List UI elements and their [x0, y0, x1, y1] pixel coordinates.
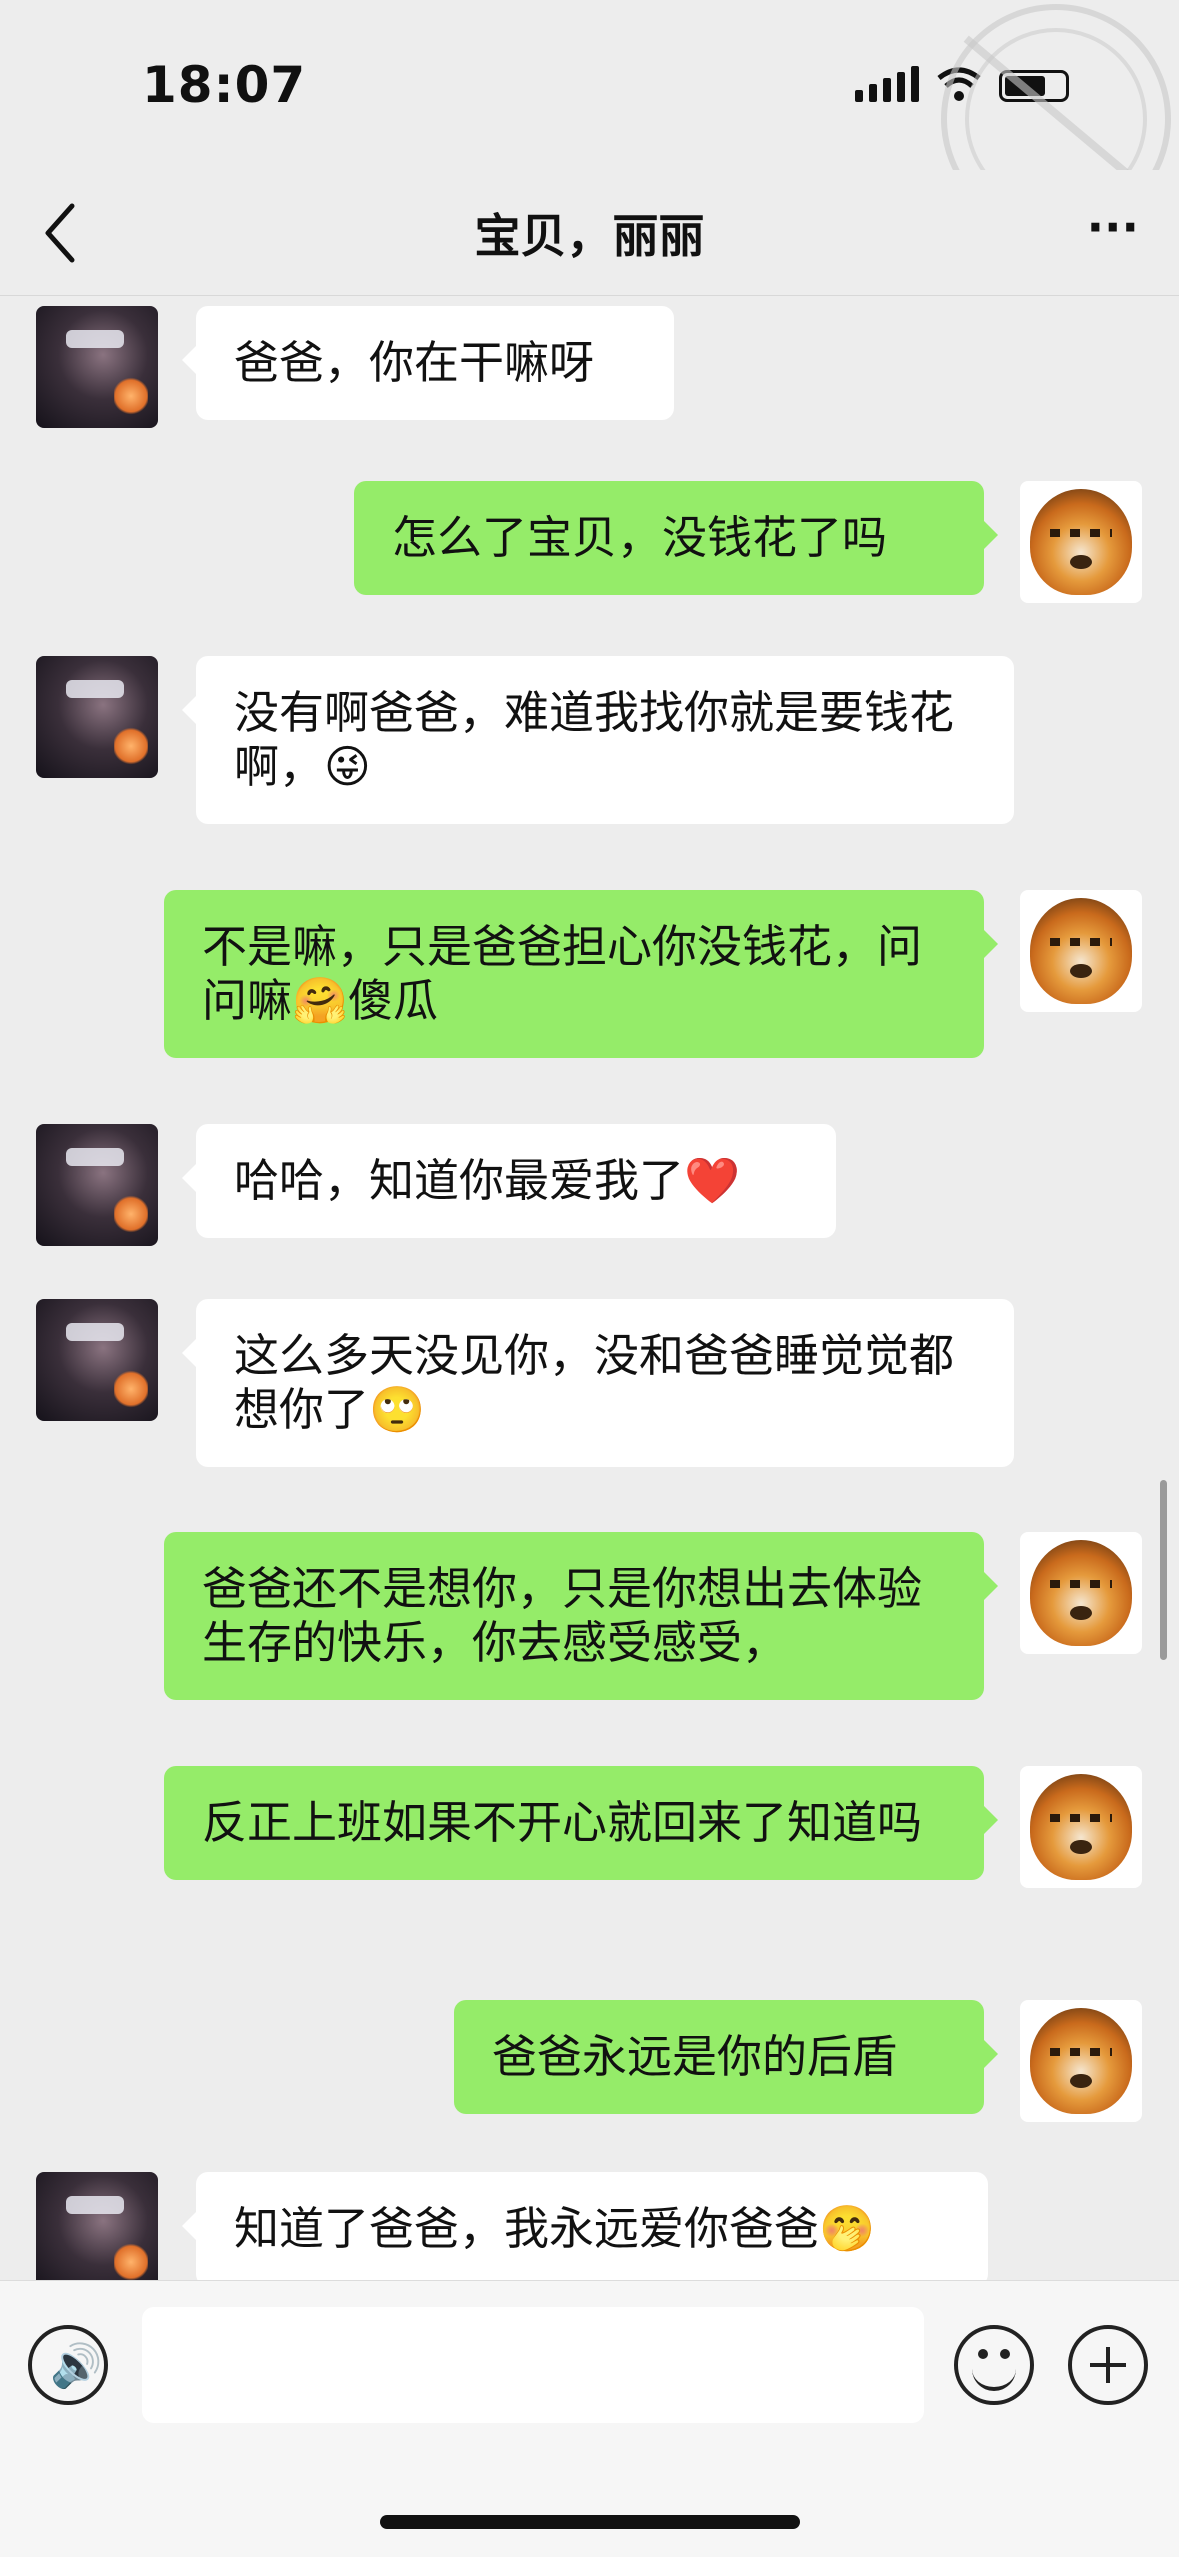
incoming-message-bubble[interactable]: 没有啊爸爸，难道我找你就是要钱花啊，😜 [182, 656, 1014, 824]
contact-avatar[interactable] [36, 2172, 158, 2280]
outgoing-message-bubble[interactable]: 爸爸永远是你的后盾 [454, 2000, 998, 2114]
outgoing-message-bubble[interactable]: 怎么了宝贝，没钱花了吗 [354, 481, 998, 595]
incoming-message-bubble[interactable]: 爸爸，你在干嘛呀 [182, 306, 674, 420]
input-bar: 🔊 [0, 2280, 1179, 2557]
self-avatar[interactable] [1020, 2000, 1142, 2122]
nav-bar: 宝贝，丽丽 ··· [0, 170, 1179, 296]
outgoing-message-bubble[interactable]: 反正上班如果不开心就回来了知道吗 [164, 1766, 998, 1880]
tiger-icon [1030, 2008, 1132, 2114]
self-avatar[interactable] [1020, 890, 1142, 1012]
status-time: 18:07 [142, 56, 307, 114]
self-avatar[interactable] [1020, 1532, 1142, 1654]
contact-avatar[interactable] [36, 1124, 158, 1246]
contact-avatar[interactable] [36, 306, 158, 428]
self-avatar[interactable] [1020, 1766, 1142, 1888]
outgoing-message-bubble[interactable]: 爸爸还不是想你，只是你想出去体验生存的快乐，你去感受感受， [164, 1532, 998, 1700]
incoming-message-bubble[interactable]: 哈哈，知道你最爱我了❤️ [182, 1124, 836, 1238]
tiger-icon [1030, 1774, 1132, 1880]
home-indicator [380, 2515, 800, 2529]
tiger-icon [1030, 898, 1132, 1004]
scrollbar[interactable] [1160, 1480, 1167, 1660]
tiger-icon [1030, 1540, 1132, 1646]
voice-button[interactable]: 🔊 [28, 2325, 108, 2405]
more-icon: ··· [1086, 200, 1139, 254]
contact-avatar[interactable] [36, 1299, 158, 1421]
incoming-message-bubble[interactable]: 这么多天没见你，没和爸爸睡觉觉都想你了🙄 [182, 1299, 1014, 1467]
incoming-message-bubble[interactable]: 知道了爸爸，我永远爱你爸爸🤭 [182, 2172, 988, 2280]
outgoing-message-bubble[interactable]: 不是嘛，只是爸爸担心你没钱花，问问嘛🤗傻瓜 [164, 890, 998, 1058]
chat-title: 宝贝，丽丽 [474, 209, 705, 263]
voice-icon: 🔊 [50, 2341, 103, 2390]
contact-avatar[interactable] [36, 656, 158, 778]
message-list[interactable]: 爸爸，你在干嘛呀 怎么了宝贝，没钱花了吗 没有啊爸爸，难道我找你就是要钱花啊，😜… [0, 296, 1179, 2280]
plus-button[interactable] [1068, 2325, 1148, 2405]
emoji-button[interactable] [954, 2325, 1034, 2405]
signal-icon [855, 66, 919, 102]
message-input[interactable] [142, 2307, 924, 2423]
tiger-icon [1030, 489, 1132, 595]
self-avatar[interactable] [1020, 481, 1142, 603]
more-button[interactable]: ··· [1087, 200, 1139, 254]
